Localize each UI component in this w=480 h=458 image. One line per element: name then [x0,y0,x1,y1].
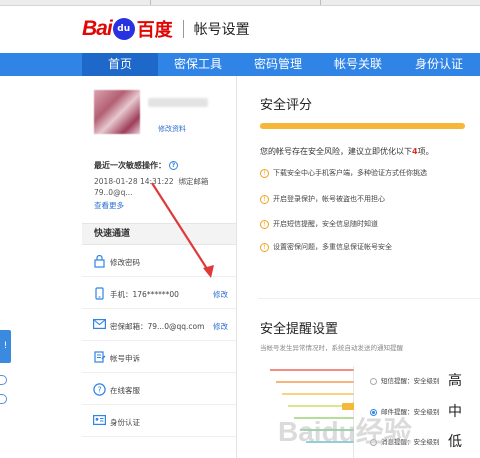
security-tip[interactable]: ! 开启登录保护，帐号被盗也不用担心 [260,194,385,204]
phone-icon [93,287,106,300]
quick-row-label: 手机：176******00 [110,290,179,299]
tab-divider [320,0,321,5]
tip-text: 开启登录保护，帐号被盗也不用担心 [273,195,385,203]
edit-email-link[interactable]: 修改 [213,321,228,332]
edit-phone-link[interactable]: 修改 [213,289,228,300]
logo-separator [182,20,184,38]
quick-row-identity[interactable]: 身份认证 [82,406,236,437]
tip-text: 开启短信提醒，安全信息随时知道 [273,220,378,228]
quick-row-label: 帐号申诉 [110,354,140,363]
quick-row-label: 修改密码 [110,258,140,267]
risk-text-after: 项。 [417,147,434,156]
tip-text: 下载安全中心手机客户端，多种验证方式任你挑选 [273,169,427,177]
baidu-jingyan-watermark: Baidu经验 [278,416,412,447]
tab-divider [150,0,151,5]
left-float-badge[interactable]: ! [0,330,11,363]
quick-row-label: 身份认证 [110,418,140,427]
risk-text-before: 您的帐号存在安全风险，建议立即优化以下 [260,147,412,156]
warning-icon: ! [260,219,269,229]
nav-tab-home[interactable]: 首页 [82,53,158,76]
mail-icon [93,319,107,332]
security-score-title: 安全评分 [260,98,313,113]
risk-message: 您的帐号存在安全风险，建议立即优化以下4项。 [260,146,434,157]
id-card-icon [93,415,107,428]
logo-du-text: du [117,24,131,34]
radio-button[interactable] [370,377,377,385]
warning-icon: ! [260,242,269,252]
operation-datetime: 2018-01-28 14:31:22 [94,177,174,186]
main-content: 安全评分 您的帐号存在安全风险，建议立即优化以下4项。 ! 下载安全中心手机客户端… [258,76,480,458]
paw-icon: du [112,18,135,40]
sidebar: 修改资料 最近一次敏感操作：? 2018-01-28 14:31:22 绑定邮箱… [82,76,237,458]
avatar[interactable] [94,90,140,134]
edit-profile-link[interactable]: 修改资料 [158,124,186,134]
remind-subtitle: 当帐号发生异常情况时，系统自动发送的通知提醒 [260,344,403,352]
quick-row-phone[interactable]: 手机：176******00 修改 [82,278,236,309]
lock-icon [93,254,106,268]
level-label: 短信提醒：安全级别 [381,377,440,385]
baidu-logo[interactable]: Bai du 百度 帐号设置 [82,14,250,44]
level-word-low: 低 [448,434,462,450]
quick-row-label: 密保邮箱：79...0@qq.com [110,322,205,331]
quick-row-label: 在线客服 [110,386,140,395]
nav-tab-password[interactable]: 密码管理 [238,53,318,76]
left-float-icon[interactable] [0,394,7,404]
page-title: 帐号设置 [193,22,250,38]
quick-row-email[interactable]: 密保邮箱：79...0@qq.com 修改 [82,310,236,341]
security-tip[interactable]: ! 下载安全中心手机客户端，多种验证方式任你挑选 [260,168,427,178]
last-operation-label: 最近一次敏感操作：? [94,160,178,171]
quick-row-online-service[interactable]: ? 在线客服 [82,374,236,405]
last-operation-detail: 2018-01-28 14:31:22 绑定邮箱 79..0@q... [94,176,234,198]
svg-text:?: ? [97,385,101,394]
logo-bai-text: Bai [82,17,113,40]
security-tip[interactable]: ! 设置密保问题，多重信息保证帐号安全 [260,242,392,252]
tip-text: 设置密保问题，多重信息保证帐号安全 [273,243,392,251]
operation-action: 绑定邮箱 [178,177,209,186]
browser-tab-strip [0,0,480,6]
level-option-sms[interactable]: 短信提醒：安全级别 [370,375,440,385]
quick-row-appeal[interactable]: 帐号申诉 [82,342,236,373]
nav-tab-security-tools[interactable]: 密保工具 [158,53,238,76]
security-tip[interactable]: ! 开启短信提醒，安全信息随时知道 [260,219,378,229]
help-circle-icon: ? [93,383,106,396]
warning-icon: ! [260,168,269,178]
level-word-medium: 中 [448,404,462,420]
main-nav: 首页 密保工具 密码管理 帐号关联 身份认证 [0,53,480,76]
appeal-icon [93,351,106,364]
section-divider [258,298,480,299]
operation-target: 79..0@q... [94,188,133,197]
quick-row-change-password[interactable]: 修改密码 [82,246,236,277]
username-blurred [148,98,208,107]
security-score-bar [260,123,465,129]
nav-tab-identity[interactable]: 身份认证 [398,53,480,76]
level-word-high: 高 [448,373,462,389]
remind-settings-title: 安全提醒设置 [260,322,339,337]
help-icon[interactable]: ? [169,161,178,170]
nav-tab-account-link[interactable]: 帐号关联 [318,53,398,76]
left-float-icon[interactable] [0,375,7,385]
quick-access-title: 快速通道 [82,223,236,245]
warning-icon: ! [260,194,269,204]
last-operation-text: 最近一次敏感操作： [94,161,166,170]
view-more-link[interactable]: 查看更多 [94,200,124,211]
logo-cn-text: 百度 [136,20,173,41]
